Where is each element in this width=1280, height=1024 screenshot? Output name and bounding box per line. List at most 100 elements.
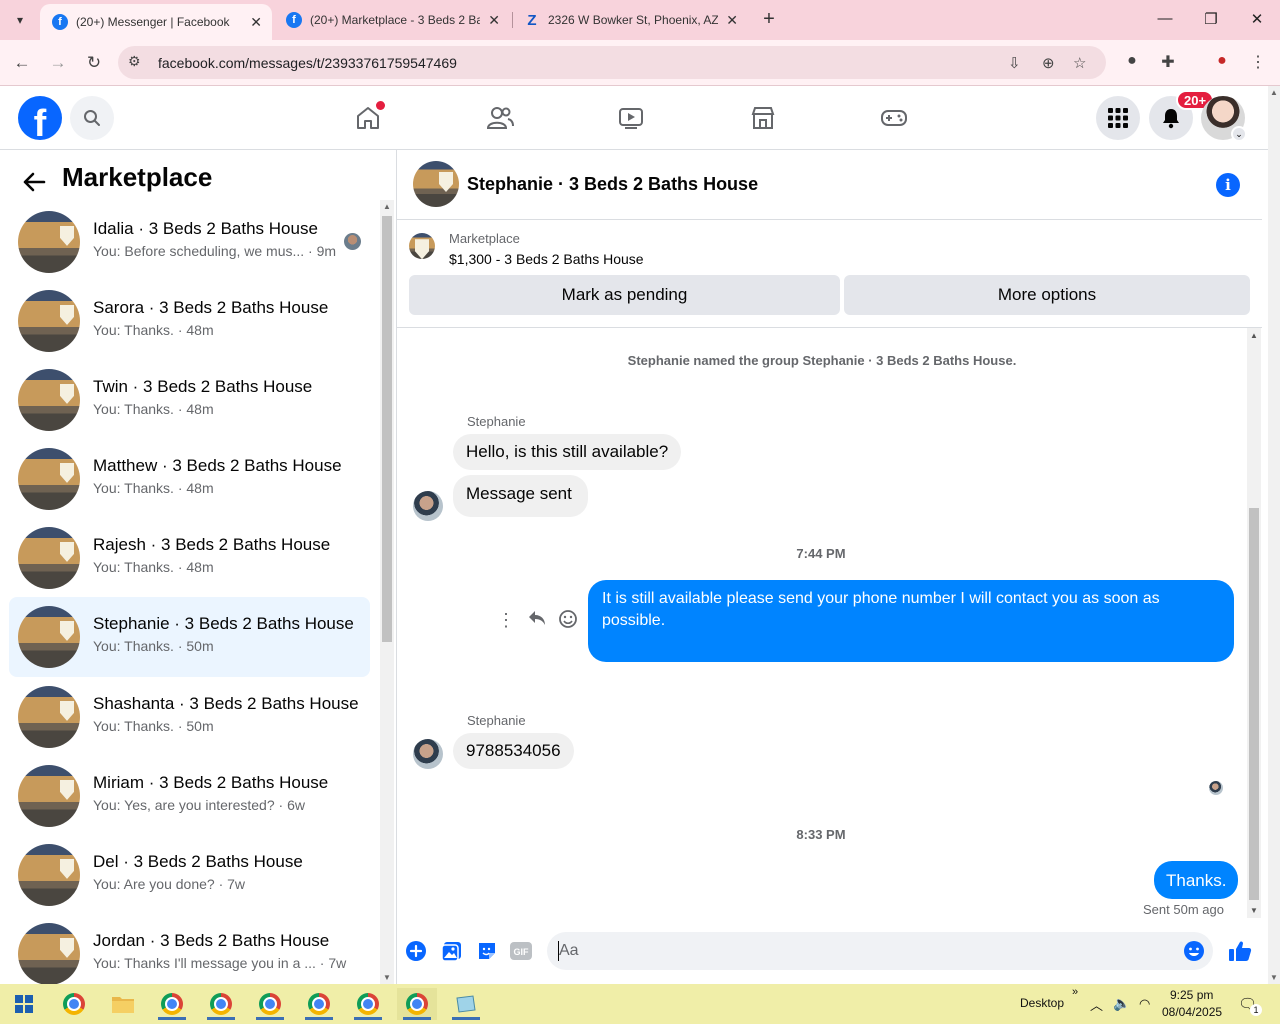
reload-icon[interactable]: ↻: [82, 51, 106, 75]
video-icon[interactable]: [613, 100, 649, 136]
chrome-profile-app-icon[interactable]: [201, 988, 241, 1020]
outgoing-message[interactable]: It is still available please send your p…: [588, 580, 1234, 662]
friends-icon[interactable]: [482, 100, 518, 136]
conversation-list-scrollbar[interactable]: ▲ ▼: [380, 200, 394, 984]
conversation-item[interactable]: Idalia · 3 Beds 2 Baths House You: Befor…: [9, 209, 370, 275]
conversation-item[interactable]: Jordan · 3 Beds 2 Baths House You: Thank…: [9, 921, 370, 984]
conversation-item[interactable]: Shashanta · 3 Beds 2 Baths House You: Th…: [9, 684, 370, 750]
back-icon[interactable]: ←: [10, 51, 34, 75]
chrome-app-icon[interactable]: [54, 988, 94, 1020]
scroll-down-icon[interactable]: ▼: [383, 973, 391, 982]
extensions-puzzle-icon[interactable]: ✚: [1157, 52, 1179, 72]
tray-overflow-chevron-icon[interactable]: ︿: [1090, 995, 1103, 1014]
scroll-up-icon[interactable]: ▲: [1250, 331, 1258, 340]
scrollbar-thumb[interactable]: [382, 216, 392, 642]
scroll-down-icon[interactable]: ▼: [1250, 906, 1258, 915]
gif-icon[interactable]: GIF: [510, 940, 532, 962]
outgoing-message[interactable]: Thanks.: [1154, 861, 1239, 899]
extension-robot-icon[interactable]: ●: [1121, 52, 1143, 70]
file-explorer-icon[interactable]: [103, 988, 143, 1020]
toolbar-expand-icon[interactable]: »: [1072, 986, 1078, 998]
sticker-icon[interactable]: [476, 940, 498, 962]
conversation-item[interactable]: Matthew · 3 Beds 2 Baths House You: Than…: [9, 446, 370, 512]
url-text: facebook.com/messages/t/2393376175954746…: [158, 55, 457, 71]
chrome-profile-app-icon[interactable]: [152, 988, 192, 1020]
account-chevron-icon[interactable]: ⌄: [1231, 126, 1247, 142]
mark-as-pending-button[interactable]: Mark as pending: [409, 275, 840, 315]
sender-avatar[interactable]: [413, 739, 443, 769]
message-thread-scrollbar[interactable]: ▲ ▼: [1247, 328, 1261, 918]
clock-time[interactable]: 9:25 pm: [1170, 988, 1213, 1002]
marketplace-icon[interactable]: [745, 100, 781, 136]
like-thumb-icon[interactable]: [1227, 938, 1253, 964]
volume-icon[interactable]: 🔈: [1113, 995, 1130, 1012]
tab-messenger[interactable]: f (20+) Messenger | Facebook ✕: [40, 4, 272, 40]
chrome-profile-app-icon[interactable]: [348, 988, 388, 1020]
more-options-button[interactable]: More options: [844, 275, 1250, 315]
message-input[interactable]: Aa: [547, 932, 1213, 970]
page-scrollbar[interactable]: ▲ ▼: [1268, 86, 1280, 984]
tab-search-chevron-icon[interactable]: ▾: [8, 8, 32, 32]
clock-date[interactable]: 08/04/2025: [1162, 1005, 1222, 1019]
conversation-item-selected[interactable]: Stephanie · 3 Beds 2 Baths House You: Th…: [9, 597, 370, 677]
conversation-item[interactable]: Twin · 3 Beds 2 Baths House You: Thanks.…: [9, 367, 370, 433]
tab-zillow[interactable]: Z 2326 W Bowker St, Phoenix, AZ ✕: [512, 0, 748, 40]
desktop-toolbar-label[interactable]: Desktop: [1020, 996, 1064, 1010]
listing-price-title[interactable]: $1,300 - 3 Beds 2 Baths House: [449, 251, 644, 267]
menu-grid-icon[interactable]: [1096, 96, 1140, 140]
conversation-item[interactable]: Miriam · 3 Beds 2 Baths House You: Yes, …: [9, 763, 370, 829]
chat-title[interactable]: Stephanie · 3 Beds 2 Baths House: [467, 174, 758, 195]
react-emoji-icon[interactable]: [557, 609, 579, 634]
notepad-app-icon[interactable]: [446, 988, 486, 1020]
profile-icon[interactable]: ●: [1211, 52, 1233, 70]
facebook-logo-icon[interactable]: f: [18, 96, 62, 140]
add-more-icon[interactable]: [405, 940, 427, 962]
incoming-message[interactable]: Message sent: [453, 475, 588, 517]
restore-icon[interactable]: ❐: [1201, 10, 1221, 28]
conversation-snippet: You: Are you done? · 7w: [93, 876, 246, 892]
more-actions-icon[interactable]: ⋮: [495, 610, 517, 631]
conversation-item[interactable]: Rajesh · 3 Beds 2 Baths House You: Thank…: [9, 525, 370, 591]
browser-menu-icon[interactable]: ⋮: [1247, 52, 1269, 72]
incoming-message[interactable]: Hello, is this still available?: [453, 434, 682, 470]
close-tab-icon[interactable]: ✕: [250, 14, 262, 31]
listing-thumbnail[interactable]: [409, 233, 435, 259]
zoom-icon[interactable]: ⊕: [1042, 54, 1055, 72]
scroll-down-icon[interactable]: ▼: [1270, 973, 1278, 982]
wifi-icon[interactable]: ◠: [1139, 996, 1150, 1012]
new-tab-icon[interactable]: +: [758, 8, 780, 30]
chat-listing-thumbnail[interactable]: [413, 161, 459, 207]
system-message: Stephanie named the group Stephanie · 3 …: [627, 353, 1017, 368]
close-tab-icon[interactable]: ✕: [726, 12, 738, 29]
chrome-profile-app-icon[interactable]: [397, 988, 437, 1020]
site-settings-icon[interactable]: ⚙: [128, 53, 141, 70]
bookmark-star-icon[interactable]: ☆: [1073, 54, 1086, 72]
scrollbar-thumb[interactable]: [1249, 508, 1259, 900]
gaming-icon[interactable]: [876, 100, 912, 136]
emoji-icon[interactable]: [1183, 940, 1205, 967]
browser-tabstrip: ▾ f (20+) Messenger | Facebook ✕ f (20+)…: [0, 0, 1280, 40]
close-tab-icon[interactable]: ✕: [488, 12, 500, 29]
conversation-name: Jordan · 3 Beds 2 Baths House: [93, 931, 330, 950]
close-window-icon[interactable]: ✕: [1247, 10, 1267, 28]
reply-icon[interactable]: [526, 609, 548, 632]
attach-photo-icon[interactable]: [441, 940, 463, 962]
search-icon[interactable]: [70, 96, 114, 140]
scroll-up-icon[interactable]: ▲: [1270, 88, 1278, 97]
chrome-profile-app-icon[interactable]: [299, 988, 339, 1020]
windows-start-icon[interactable]: [4, 988, 44, 1020]
minimize-icon[interactable]: —: [1155, 10, 1175, 27]
sender-avatar[interactable]: [413, 491, 443, 521]
forward-icon[interactable]: →: [46, 51, 70, 75]
install-app-icon[interactable]: ⇩: [1008, 54, 1021, 72]
incoming-message[interactable]: 9788534056: [453, 733, 574, 769]
back-arrow-icon[interactable]: [22, 168, 46, 199]
conversation-item[interactable]: Sarora · 3 Beds 2 Baths House You: Thank…: [9, 288, 370, 354]
conversation-snippet: You: Thanks. · 48m: [93, 559, 214, 575]
conversation-item[interactable]: Del · 3 Beds 2 Baths House You: Are you …: [9, 842, 370, 908]
scroll-up-icon[interactable]: ▲: [383, 202, 391, 211]
address-bar[interactable]: ⚙ facebook.com/messages/t/23933761759547…: [118, 46, 1106, 79]
conversation-info-icon[interactable]: i: [1216, 173, 1240, 197]
tab-marketplace[interactable]: f (20+) Marketplace - 3 Beds 2 Baths ✕: [274, 0, 510, 40]
chrome-profile-app-icon[interactable]: [250, 988, 290, 1020]
